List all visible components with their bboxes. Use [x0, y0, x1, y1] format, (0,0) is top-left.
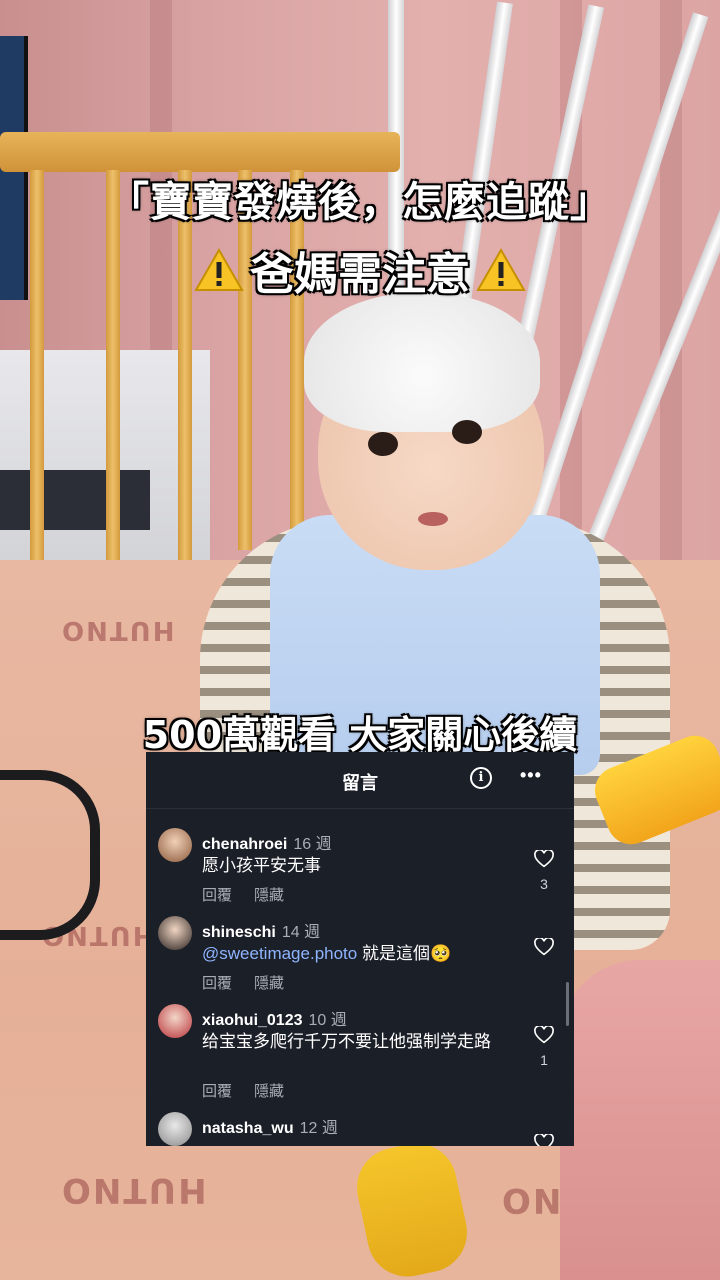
avatar[interactable]	[158, 916, 192, 950]
headline-subtitle: 爸媽需注意	[0, 238, 720, 302]
comment-time: 12 週	[299, 1120, 338, 1137]
comments-header: 留言 i •••	[146, 752, 574, 809]
comment-header: xiaohui_0123 10 週	[202, 1006, 347, 1030]
crib-slat	[106, 170, 120, 590]
comment-header: natasha_wu 12 週	[202, 1114, 338, 1138]
warning-icon	[194, 247, 244, 292]
comment-time: 16 週	[293, 836, 332, 853]
head-bandage	[304, 292, 540, 432]
crib-slat	[178, 170, 192, 570]
heart-icon[interactable]	[534, 1134, 554, 1146]
avatar[interactable]	[158, 828, 192, 862]
hide-button[interactable]: 隱藏	[254, 1083, 284, 1100]
crib-rail	[0, 132, 400, 172]
comment-time: 14 週	[281, 924, 321, 941]
sheet-logo: HUTNO	[60, 615, 175, 645]
comments-panel: 留言 i ••• chenahroei 16 週 愿小孩平安无事 回覆 隱藏 3 s…	[146, 752, 574, 1146]
comments-title: 留言	[342, 773, 378, 793]
heart-icon[interactable]	[534, 1026, 554, 1044]
comment-text: 给宝宝多爬行千万不要让他强制学走路	[202, 1032, 491, 1051]
avatar[interactable]	[158, 1112, 192, 1146]
comment-header: shineschi 14 週	[202, 918, 320, 942]
sheet-logo: HUTNO	[60, 1170, 207, 1210]
cable	[0, 770, 100, 940]
like-count: 1	[540, 1052, 548, 1068]
comment-text: 愿小孩平安无事	[202, 856, 321, 875]
comment-username[interactable]: natasha_wu	[202, 1120, 294, 1137]
comment-username[interactable]: chenahroei	[202, 836, 287, 853]
comment-header: chenahroei 16 週	[202, 830, 332, 854]
comment-actions: 回覆 隱藏	[202, 884, 306, 905]
baby-eye	[368, 432, 398, 456]
warning-icon	[476, 247, 526, 292]
comment-username[interactable]: xiaohui_0123	[202, 1012, 303, 1029]
more-options-icon[interactable]: •••	[520, 765, 542, 786]
reply-button[interactable]: 回覆	[202, 975, 232, 992]
hide-button[interactable]: 隱藏	[254, 887, 284, 904]
caption-text: 500萬觀看 大家關心後續	[142, 713, 578, 757]
heart-icon[interactable]	[534, 850, 554, 868]
mention-link[interactable]: @sweetimage.photo	[202, 944, 357, 963]
pink-blanket	[560, 960, 720, 1280]
keyboard	[0, 470, 150, 530]
reply-button[interactable]: 回覆	[202, 887, 232, 904]
scrollbar[interactable]	[566, 982, 569, 1026]
heart-icon[interactable]	[534, 938, 554, 956]
like-count: 3	[540, 876, 548, 892]
avatar[interactable]	[158, 1004, 192, 1038]
headline-title: 「寶寶發燒後，怎麼追蹤」	[108, 178, 612, 226]
baby-eye	[452, 420, 482, 444]
comment-text: @sweetimage.photo 就是這個🥺	[202, 942, 512, 965]
comment-time: 10 週	[308, 1012, 347, 1029]
comment-username[interactable]: shineschi	[202, 924, 276, 941]
comment-actions: 回覆 隱藏	[202, 972, 306, 993]
comment-text-body: 就是這個🥺	[357, 944, 452, 963]
comment-actions: 回覆 隱藏	[202, 1080, 306, 1101]
info-icon[interactable]: i	[470, 767, 492, 789]
headline-subtitle-text: 爸媽需注意	[250, 249, 470, 300]
reply-button[interactable]: 回覆	[202, 1083, 232, 1100]
hide-button[interactable]: 隱藏	[254, 975, 284, 992]
baby-mouth	[418, 512, 448, 526]
